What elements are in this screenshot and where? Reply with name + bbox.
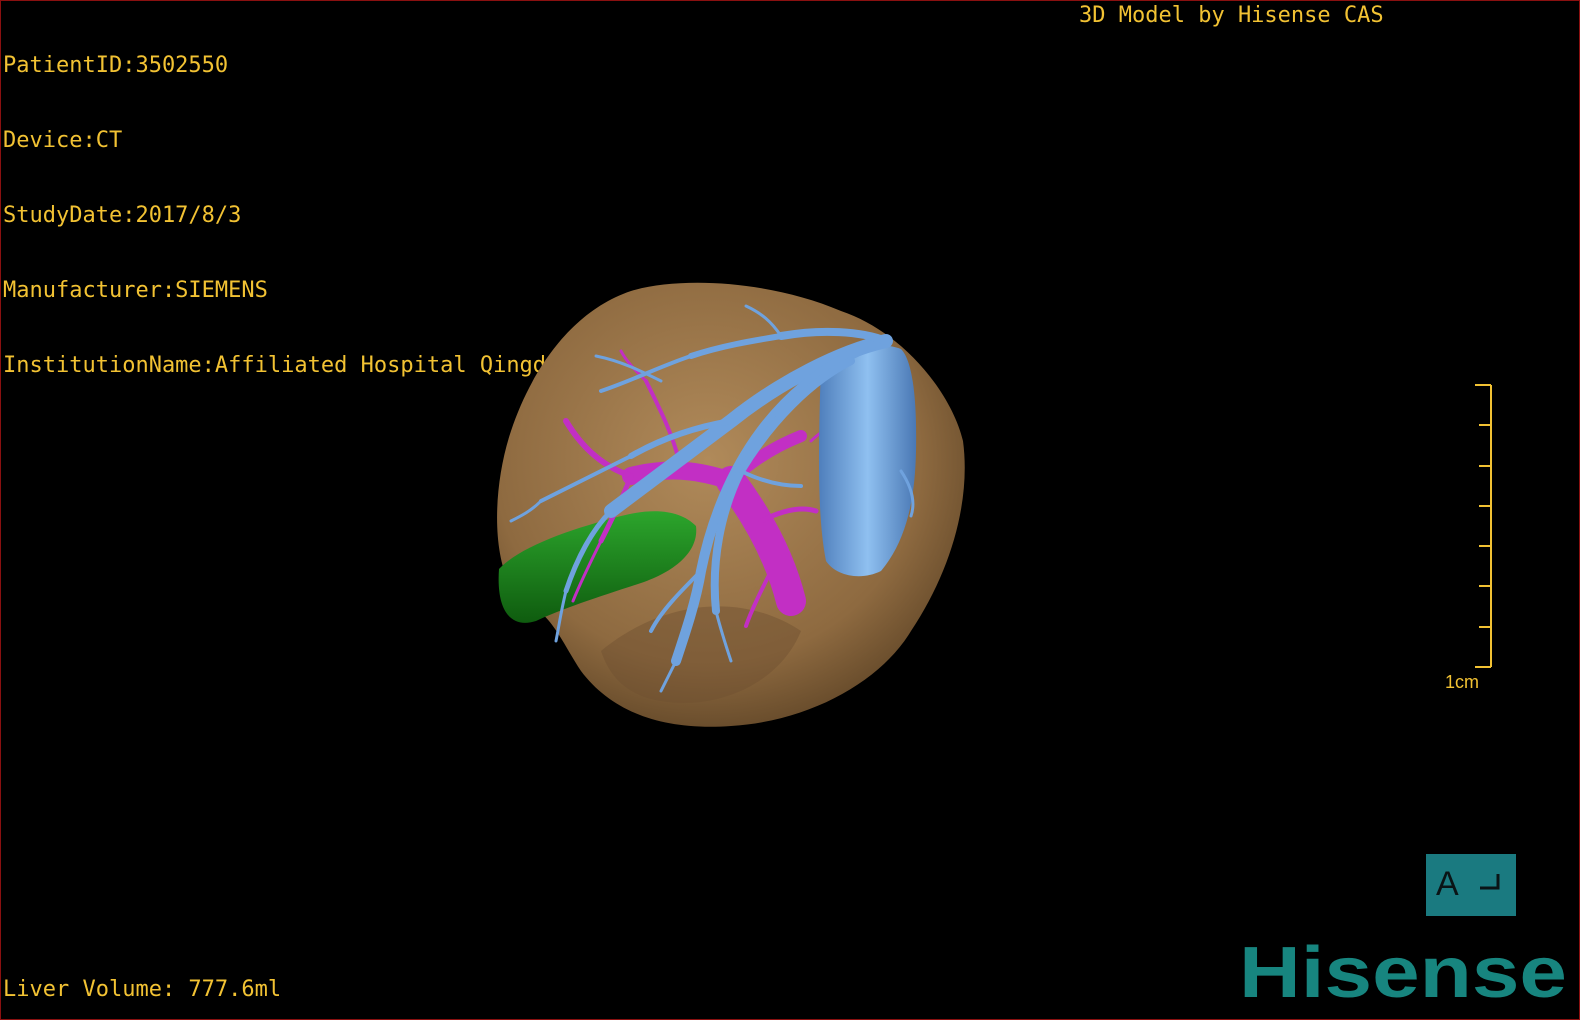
device-text: Device:CT xyxy=(3,128,123,153)
3d-viewport[interactable]: PatientID:3502550 Device:CT StudyDate:20… xyxy=(0,0,1580,1020)
liver-volume-text: Liver Volume: 777.6ml xyxy=(3,977,282,1002)
liver-3d-model[interactable] xyxy=(481,271,981,741)
scale-label: 1cm xyxy=(1445,672,1480,692)
patient-id-text: PatientID:3502550 xyxy=(3,53,229,78)
orientation-letter: A xyxy=(1436,865,1459,903)
study-date-text: StudyDate:2017/8/3 xyxy=(3,203,242,228)
orientation-cube-button[interactable]: A xyxy=(1426,854,1516,916)
model-credit-text: 3D Model by Hisense CAS xyxy=(1079,3,1384,28)
scale-bar xyxy=(1475,384,1492,668)
hisense-logo: Hisense xyxy=(1239,935,1567,1005)
orientation-marker-icon xyxy=(1480,874,1500,890)
svg-text:Hisense: Hisense xyxy=(1239,935,1567,1005)
